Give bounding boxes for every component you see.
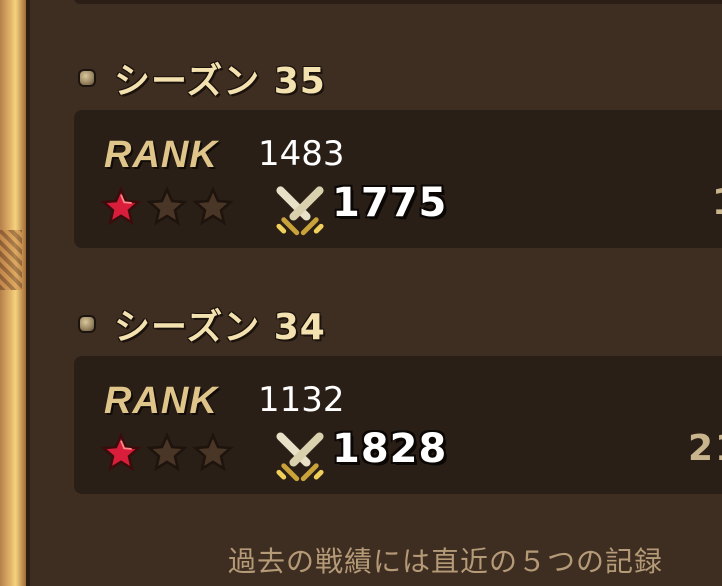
bullet-icon <box>80 71 94 85</box>
star-empty-icon <box>146 186 188 226</box>
bullet-icon <box>80 317 94 331</box>
history-note: 過去の戦績には直近の５つの記録 <box>228 545 664 578</box>
left-decorative-border <box>0 0 26 586</box>
star-rating <box>100 432 234 474</box>
star-empty-icon <box>192 186 234 226</box>
crossed-swords-icon <box>276 186 324 236</box>
season-title: シーズン 34 <box>114 307 326 348</box>
season-title: シーズン 35 <box>114 61 326 102</box>
season-header: シーズン 34 <box>80 298 326 350</box>
rank-value: 1132 <box>258 380 345 420</box>
rank-label: RANK <box>104 134 218 176</box>
cut-off-value: 1 <box>712 182 722 223</box>
battle-score: 1828 <box>332 426 448 472</box>
star-filled-icon <box>100 186 142 226</box>
star-empty-icon <box>192 432 234 472</box>
star-filled-icon <box>100 432 142 472</box>
season-header: シーズン 35 <box>80 52 326 104</box>
star-rating <box>100 186 234 228</box>
battle-score: 1775 <box>332 180 448 226</box>
rank-value: 1483 <box>258 134 345 174</box>
star-empty-icon <box>146 432 188 472</box>
left-border-shadow <box>26 0 30 586</box>
crossed-swords-icon <box>276 432 324 482</box>
season-record-card[interactable]: RANK 1132 1828 21 <box>74 356 722 494</box>
previous-season-card-edge <box>74 0 722 4</box>
rank-label: RANK <box>104 380 218 422</box>
season-record-card[interactable]: RANK 1483 1775 1 <box>74 110 722 248</box>
cut-off-value: 21 <box>688 428 722 469</box>
